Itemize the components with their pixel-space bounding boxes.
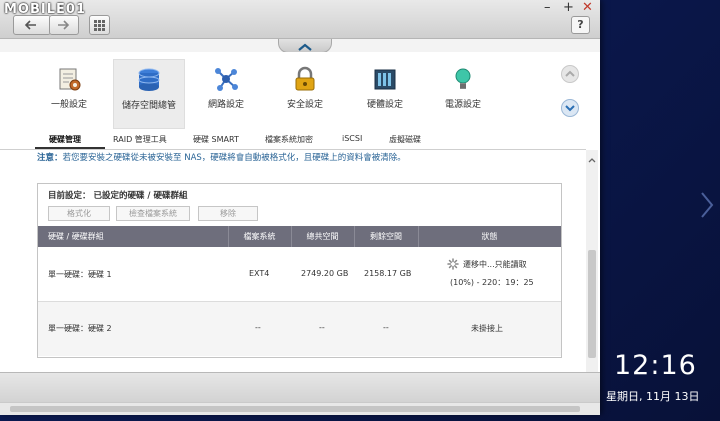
row-total-space: -- [319,323,325,332]
network-settings-label: 網路設定 [207,100,244,110]
chevron-right-icon[interactable] [698,190,716,220]
row-filesystem: -- [255,323,261,332]
header-free-space: 剩餘空間 [354,226,419,247]
format-button[interactable]: 格式化 [48,206,110,221]
hardware-settings-item[interactable]: 硬體設定 [350,59,420,127]
vertical-scrollbar[interactable] [586,150,598,372]
tab-disk-management[interactable]: 硬碟管理 [49,134,81,145]
clock-date: 星期日, 11月 13日 [606,390,700,403]
table-row[interactable]: 單一硬碟：硬碟 1 EXT4 2749.20 GB 2158.17 GB 遷移中… [38,247,561,302]
collapse-toggle[interactable] [278,39,332,53]
maximize-button[interactable]: + [563,0,574,15]
disk-config-panel: 目前設定： 已設定的硬碟 / 硬碟群組 格式化 檢查檔案系統 移除 硬碟 / 硬… [37,183,562,358]
storage-manager-icon [138,68,160,91]
header-filesystem: 檔案系統 [228,226,292,247]
tab-raid-tools[interactable]: RAID 管理工具 [113,134,167,145]
power-settings-label: 電源設定 [444,100,481,110]
horizontal-scrollbar-thumb[interactable] [10,406,580,412]
header-disk: 硬碟 / 硬碟群組 [48,232,104,241]
storage-manager-label: 儲存空間總管 [121,101,176,111]
network-icon [215,68,238,91]
help-button[interactable]: ? [571,16,590,34]
horizontal-scrollbar[interactable] [0,402,600,415]
row-progress: (10%) - 220：19：25 [450,278,534,287]
panel-title: 目前設定： 已設定的硬碟 / 硬碟群組 [48,191,188,201]
icon-scroll-up-button[interactable] [561,65,579,83]
row-filesystem: EXT4 [249,269,270,278]
notice-body: 若您要安裝之硬碟從未被安裝至 NAS，硬碟將會自動被格式化，且硬碟上的資料會被清… [62,153,406,163]
row-total-space: 2749.20 GB [301,269,349,278]
notice-text: 注意：若您要安裝之硬碟從未被安裝至 NAS，硬碟將會自動被格式化，且硬碟上的資料… [37,151,406,163]
row-free-space: -- [383,323,389,332]
bottom-bar [0,372,600,403]
network-settings-item[interactable]: 網路設定 [191,59,261,127]
general-settings-item[interactable]: 一般設定 [34,59,104,127]
scroll-up-arrow-icon [588,158,596,163]
table-row[interactable]: 單一硬碟：硬碟 2 -- -- -- 未掛接上 [38,302,561,356]
tab-iscsi[interactable]: iSCSI [342,134,362,143]
power-settings-item[interactable]: 電源設定 [428,59,498,127]
hardware-settings-label: 硬體設定 [366,100,403,110]
header-status: 狀態 [481,232,498,241]
title-bar: MOBILE01 – + ✕ ? [0,0,600,39]
general-settings-icon [59,68,81,91]
back-button[interactable] [13,15,51,35]
table-header: 硬碟 / 硬碟群組 檔案系統 總共空間 剩餘空間 狀態 [38,226,561,247]
scrollbar-thumb[interactable] [588,250,596,358]
apps-button[interactable] [89,15,110,35]
chevron-up-icon [565,70,575,77]
header-total-space: 總共空間 [291,226,355,247]
forward-arrow-icon [58,20,70,30]
icon-scroll-down-button[interactable] [561,99,579,117]
hardware-icon [374,69,396,90]
grid-icon [94,20,105,31]
content-area: 一般設定 儲存空間總管 網路設定 安全設定 硬體設定 電源設定 硬碟管理 RAI… [0,52,600,372]
lock-icon [295,66,315,91]
tab-disk-smart[interactable]: 硬碟 SMART [193,134,239,145]
row-status: 未掛接上 [471,324,503,333]
chevron-down-icon [565,105,575,112]
row-status: 遷移中...只能讀取 [463,260,527,269]
tab-virtual-disk[interactable]: 虛擬磁碟 [389,134,421,145]
power-bulb-icon [455,68,471,89]
tab-encryption[interactable]: 檔案系統加密 [265,134,313,145]
security-settings-label: 安全設定 [286,100,323,110]
row-disk-name: 單一硬碟：硬碟 2 [48,324,112,333]
nas-settings-window: MOBILE01 – + ✕ ? 一般設定 儲存空間總管 網路設定 安全設定 硬… [0,0,600,415]
security-settings-item[interactable]: 安全設定 [270,59,340,127]
tab-separator [0,149,586,150]
check-filesystem-button[interactable]: 檢查檔案系統 [116,206,190,221]
close-button[interactable]: ✕ [582,0,593,15]
row-free-space: 2158.17 GB [364,269,412,278]
spinner-icon [447,258,459,270]
settings-icon-row: 一般設定 儲存空間總管 網路設定 安全設定 硬體設定 電源設定 [0,52,600,132]
back-arrow-icon [24,20,36,30]
general-settings-label: 一般設定 [50,100,87,110]
clock-time: 12:16 [614,350,697,381]
minimize-button[interactable]: – [544,0,551,15]
notice-prefix: 注意： [37,153,63,163]
forward-button[interactable] [49,15,79,35]
row-disk-name: 單一硬碟：硬碟 1 [48,270,112,279]
remove-button[interactable]: 移除 [198,206,258,221]
storage-manager-item[interactable]: 儲存空間總管 [113,59,185,129]
